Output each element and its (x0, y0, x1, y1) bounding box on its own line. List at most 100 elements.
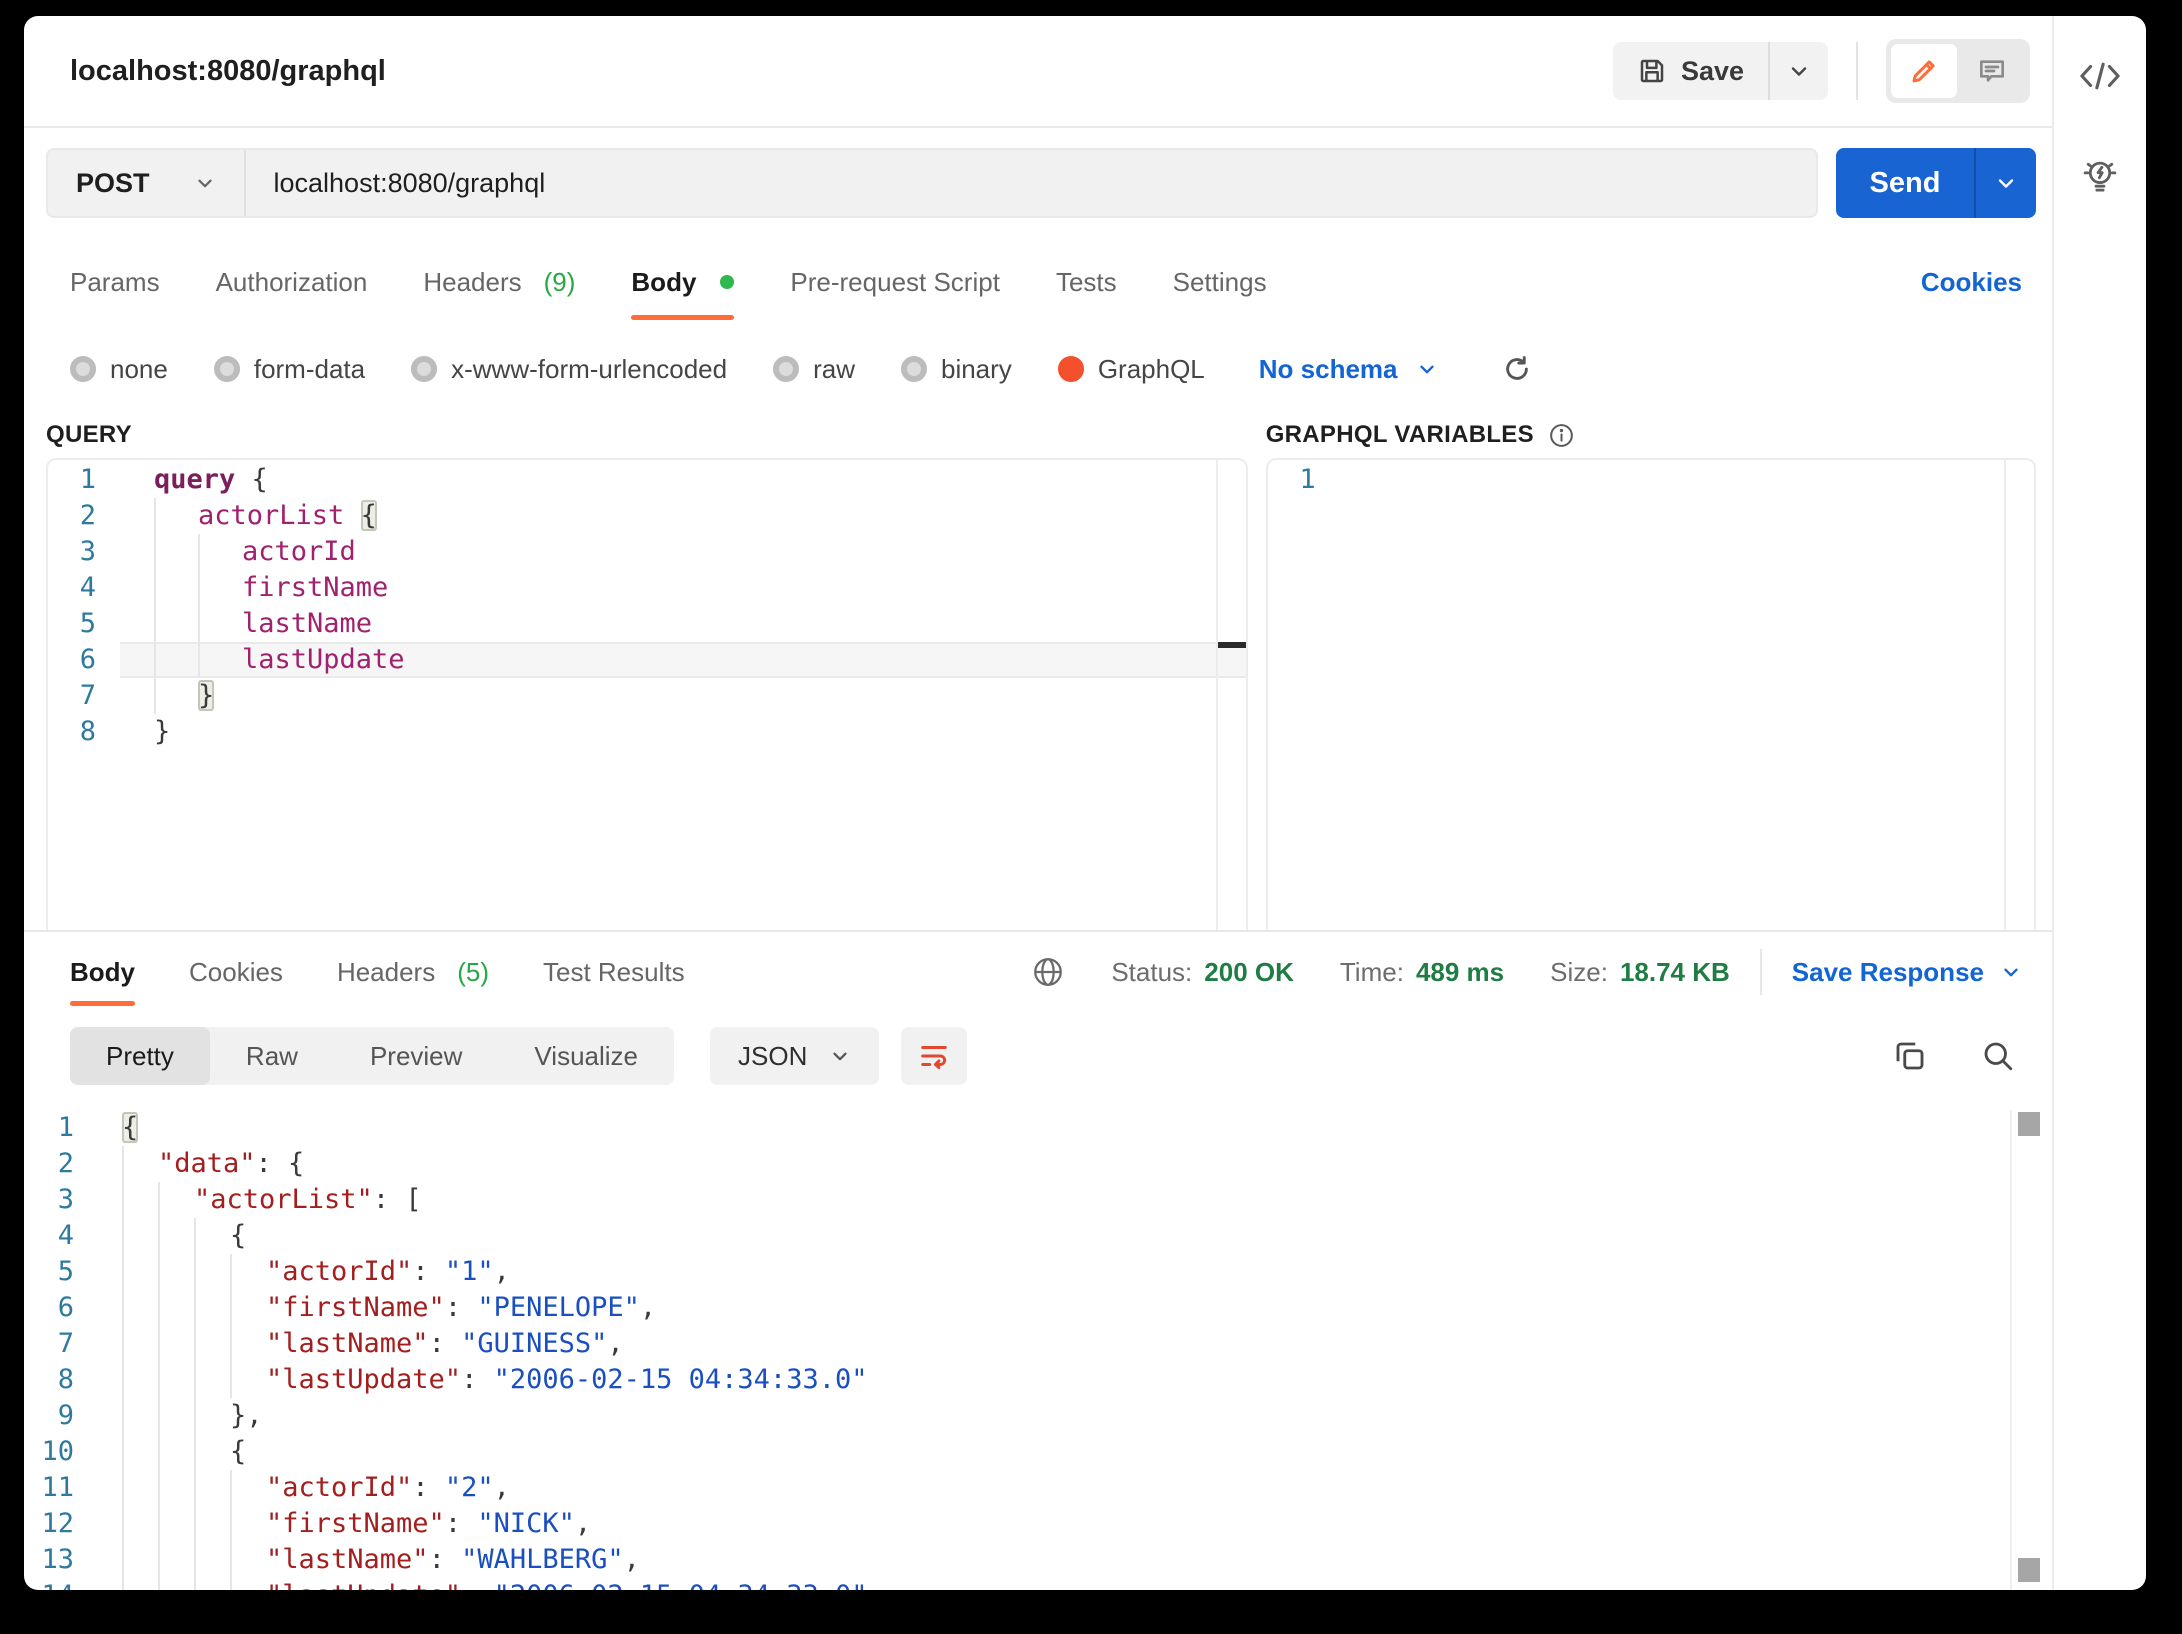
indent-guide (158, 1434, 194, 1470)
code-line-content: "firstName": "PENELOPE", (98, 1290, 2052, 1326)
response-tab-test-results[interactable]: Test Results (543, 932, 685, 1012)
indent-guide (230, 1326, 266, 1362)
indent-guide (198, 570, 242, 606)
indent-guide (122, 1218, 158, 1254)
view-pretty[interactable]: Pretty (70, 1027, 210, 1085)
search-response-button[interactable] (1980, 1038, 2016, 1074)
code-line-content: firstName (120, 570, 1246, 606)
chevron-down-icon (2000, 961, 2022, 983)
view-preview[interactable]: Preview (334, 1027, 498, 1085)
response-scrollbar-thumb-bottom[interactable] (2018, 1558, 2040, 1582)
code-token: { (361, 500, 377, 531)
wrap-text-icon (917, 1039, 951, 1073)
code-line: 7"lastName": "GUINESS", (24, 1326, 2052, 1362)
cookies-link[interactable]: Cookies (1921, 267, 2022, 298)
body-type-row: none form-data x-www-form-urlencoded raw… (24, 326, 2052, 412)
copy-response-button[interactable] (1892, 1038, 1928, 1074)
code-token: } (198, 680, 214, 711)
code-token: { (230, 1220, 246, 1251)
send-button[interactable]: Send (1836, 148, 1976, 218)
indent-guide (122, 1398, 158, 1434)
url-input[interactable]: localhost:8080/graphql (246, 168, 546, 199)
response-body-viewer[interactable]: 1{2"data": {3"actorList": [4{5"actorId":… (24, 1100, 2052, 1590)
code-line-content: "lastUpdate": "2006-02-15 04:34:33.0" (98, 1362, 2052, 1398)
tab-settings[interactable]: Settings (1173, 238, 1267, 326)
code-token: : (461, 1364, 494, 1395)
refresh-schema-button[interactable] (1502, 354, 1532, 384)
code-token (344, 500, 360, 531)
edit-mode-button[interactable] (1891, 44, 1957, 98)
response-tab-cookies[interactable]: Cookies (189, 932, 283, 1012)
code-line-content: "firstName": "NICK", (98, 1506, 2052, 1542)
indent-guide (158, 1290, 194, 1326)
code-line: 5lastName (48, 606, 1246, 642)
code-line: 10{ (24, 1434, 2052, 1470)
response-tab-headers[interactable]: Headers(5) (337, 932, 489, 1012)
query-editor-scrollbar[interactable] (1216, 460, 1246, 930)
save-icon (1637, 56, 1667, 86)
body-type-raw-radio[interactable]: raw (773, 354, 855, 385)
code-token: "actorList" (194, 1184, 373, 1215)
view-raw[interactable]: Raw (210, 1027, 334, 1085)
tab-body[interactable]: Body (631, 238, 734, 326)
body-type-binary-radio[interactable]: binary (901, 354, 1012, 385)
query-label: QUERY (46, 412, 1248, 458)
lightbulb-button[interactable] (2078, 154, 2122, 198)
code-token: lastUpdate (242, 644, 405, 675)
code-token: actorList (198, 500, 344, 531)
body-type-form-data-radio[interactable]: form-data (214, 354, 365, 385)
code-line-content: } (120, 678, 1246, 714)
tab-tests[interactable]: Tests (1056, 238, 1117, 326)
tab-pre-request-script[interactable]: Pre-request Script (790, 238, 1000, 326)
radio-icon (411, 356, 437, 382)
response-code: 1{2"data": {3"actorList": [4{5"actorId":… (24, 1110, 2052, 1590)
tab-params[interactable]: Params (70, 238, 160, 326)
code-line-content (1340, 462, 2034, 498)
request-title: localhost:8080/graphql (70, 55, 386, 88)
indent-guide (158, 1254, 194, 1290)
code-token: "GUINESS" (461, 1328, 607, 1359)
variables-editor-scrollbar[interactable] (2004, 460, 2034, 930)
body-type-none-radio[interactable]: none (70, 354, 168, 385)
indent-guide (230, 1506, 266, 1542)
code-line: 8} (48, 714, 1246, 750)
view-visualize[interactable]: Visualize (498, 1027, 674, 1085)
save-response-dropdown[interactable]: Save Response (1792, 957, 2022, 988)
line-number: 2 (48, 498, 120, 534)
indent-guide (194, 1434, 230, 1470)
response-headers-count-badge: (5) (457, 957, 489, 988)
line-number: 11 (24, 1470, 98, 1506)
code-token: : (429, 1544, 462, 1575)
indent-guide (122, 1326, 158, 1362)
save-options-button[interactable] (1768, 42, 1828, 100)
meta-divider (1760, 949, 1762, 995)
indent-guide (194, 1290, 230, 1326)
tab-authorization[interactable]: Authorization (216, 238, 368, 326)
variables-editor[interactable]: 1 (1266, 458, 2036, 930)
response-scrollbar-thumb[interactable] (2018, 1112, 2040, 1136)
method-select[interactable]: POST (48, 150, 246, 216)
body-type-graphql-radio[interactable]: GraphQL (1058, 354, 1205, 385)
body-type-urlencoded-radio[interactable]: x-www-form-urlencoded (411, 354, 727, 385)
indent-guide (194, 1506, 230, 1542)
code-token: "lastUpdate" (266, 1580, 461, 1590)
send-options-button[interactable] (1976, 148, 2036, 218)
code-token: "lastName" (266, 1544, 429, 1575)
schema-dropdown[interactable]: No schema (1259, 354, 1438, 385)
line-number: 8 (24, 1362, 98, 1398)
code-line: 5"actorId": "1", (24, 1254, 2052, 1290)
radio-icon (773, 356, 799, 382)
tab-headers[interactable]: Headers(9) (423, 238, 575, 326)
save-button[interactable]: Save (1613, 42, 1768, 100)
query-editor[interactable]: 1query {2actorList {3actorId4firstName5l… (46, 458, 1248, 930)
code-token: lastName (242, 608, 372, 639)
response-tab-body[interactable]: Body (70, 932, 135, 1012)
code-token: "2006-02-15 04:34:33.0" (494, 1364, 868, 1395)
response-tabs: Body Cookies Headers(5) Test Results Sta… (24, 932, 2052, 1012)
wrap-lines-button[interactable] (901, 1027, 967, 1085)
format-dropdown[interactable]: JSON (710, 1027, 879, 1085)
code-snippet-button[interactable] (2078, 56, 2122, 96)
code-line: 6"firstName": "PENELOPE", (24, 1290, 2052, 1326)
code-token: : (429, 1328, 462, 1359)
comment-button[interactable] (1959, 44, 2025, 98)
